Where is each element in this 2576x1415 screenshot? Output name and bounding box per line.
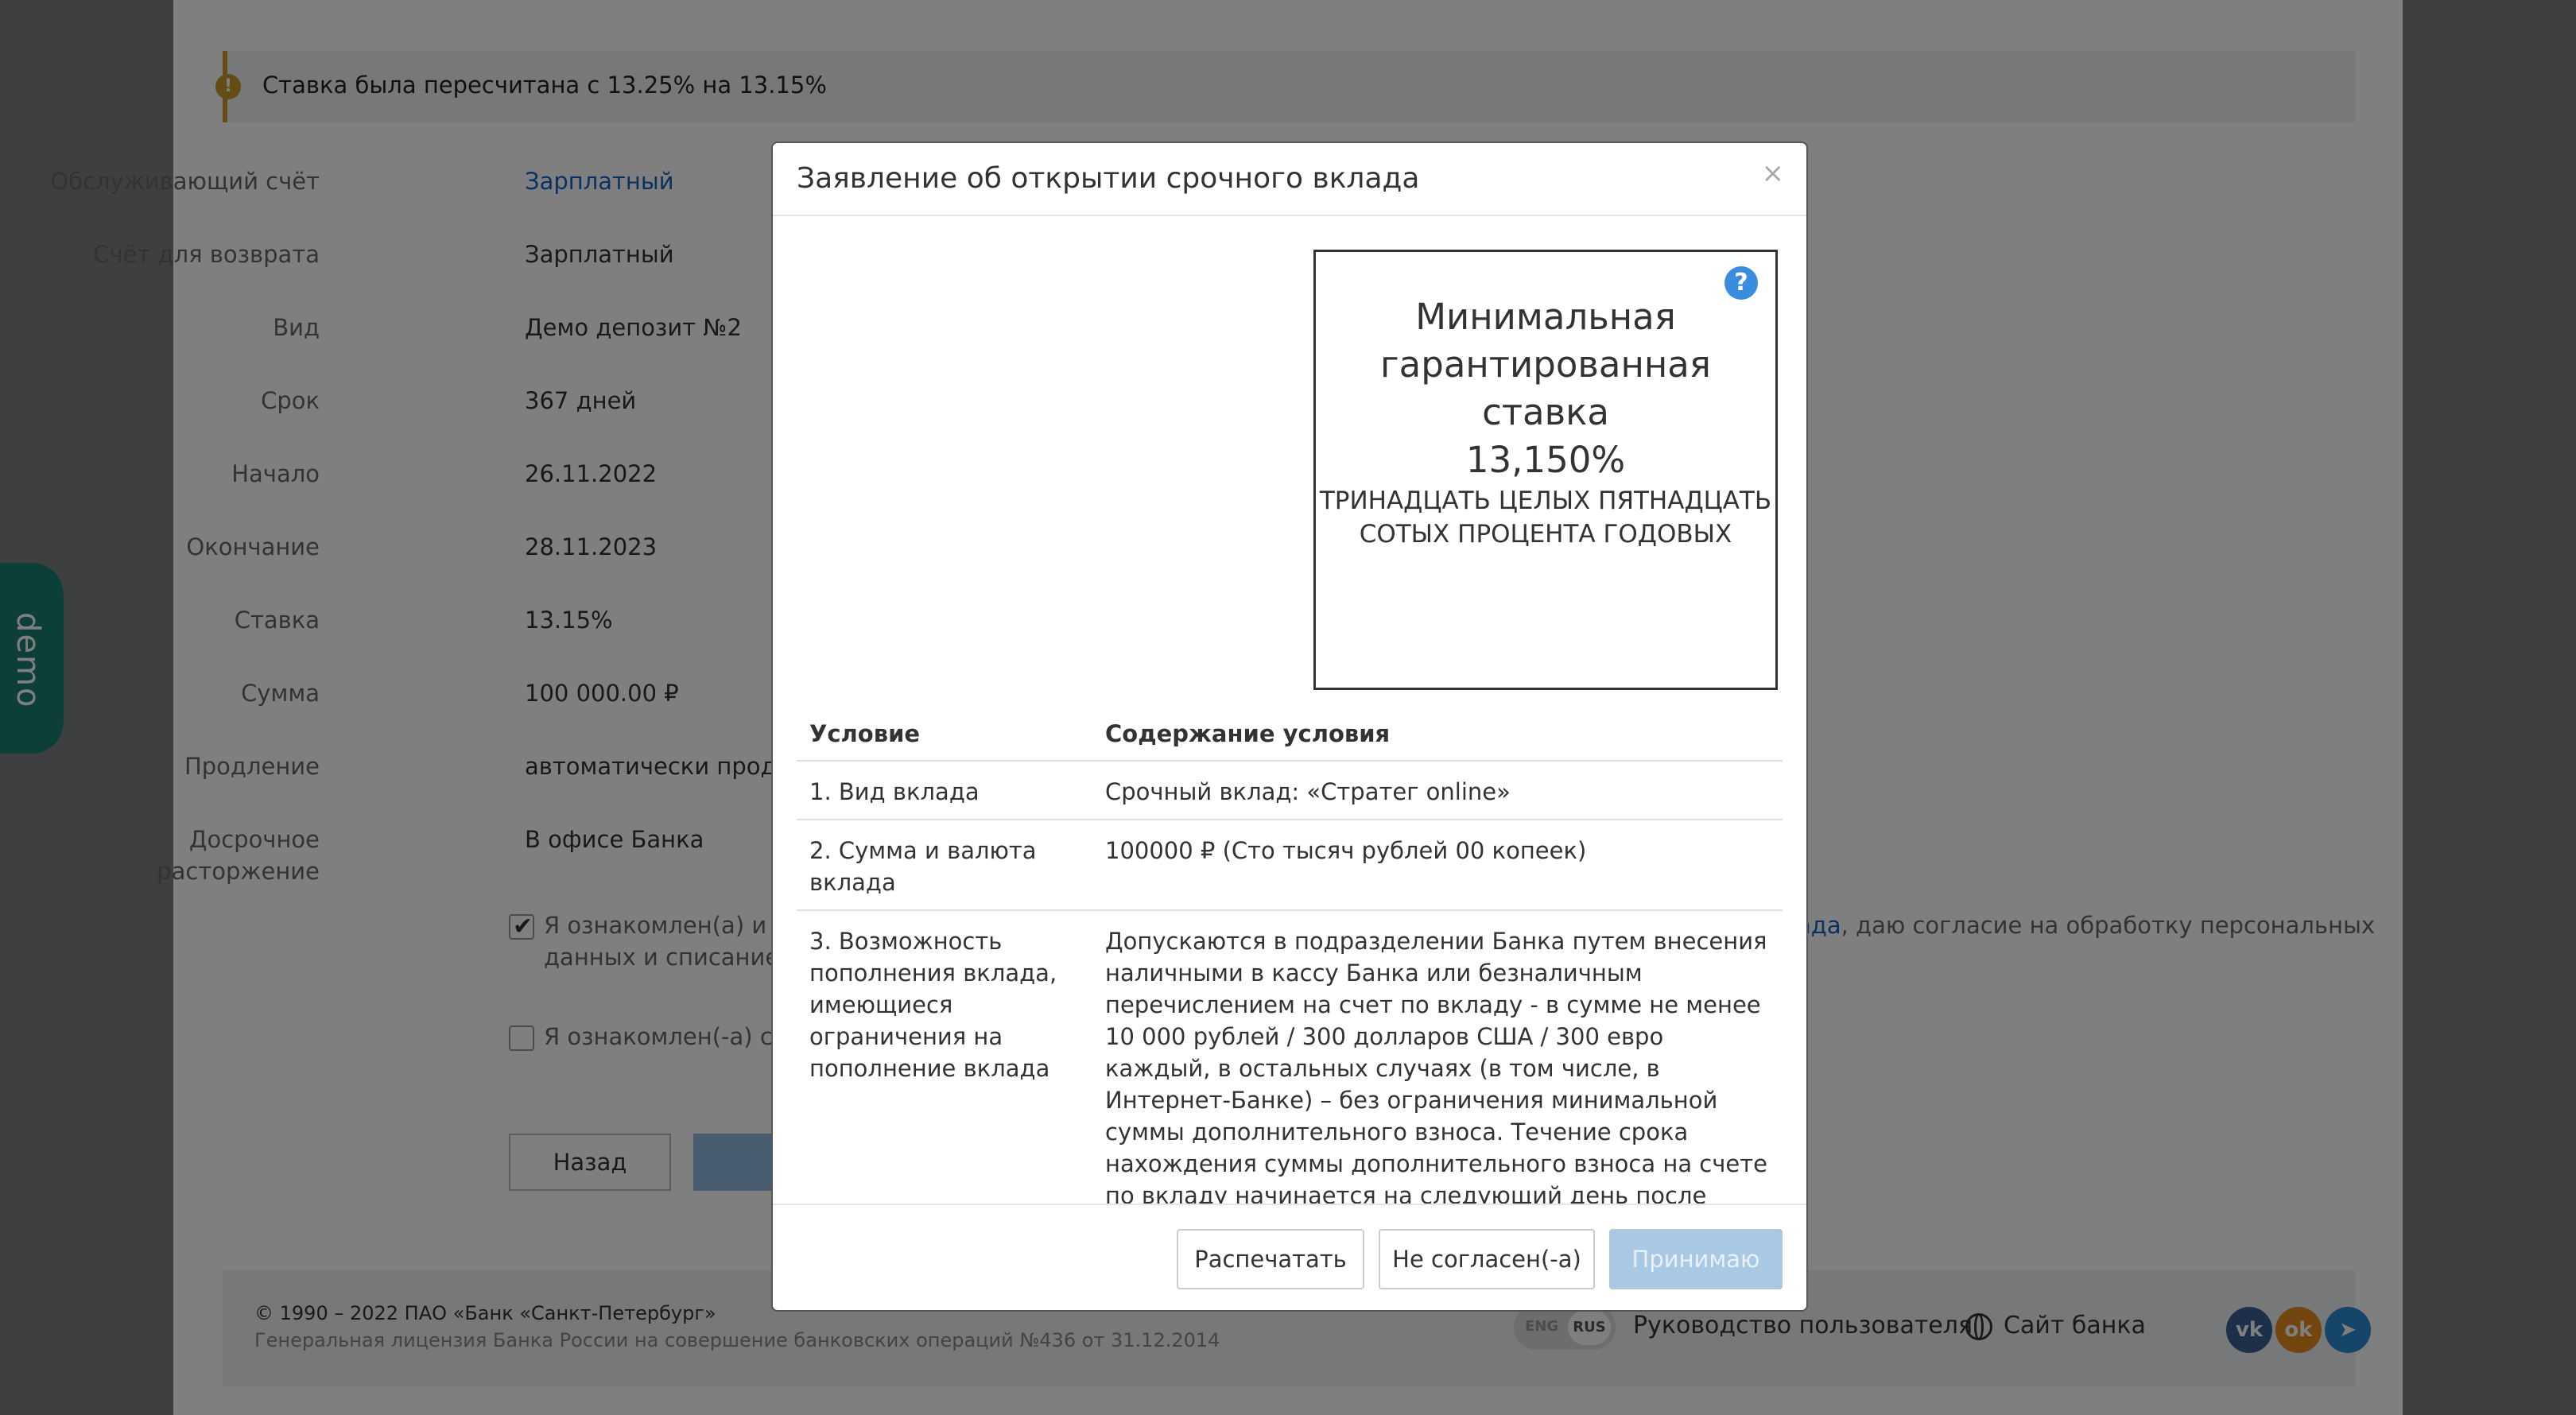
condition-cell: 1. Вид вклада: [809, 778, 980, 805]
statement-modal: Заявление об открытии срочного вклада × …: [771, 142, 1808, 1312]
table-row: 2. Сумма и валюта вклада 100000 ₽ (Сто т…: [797, 820, 1783, 911]
modal-title: Заявление об открытии срочного вклада: [797, 162, 1420, 195]
rate-in-words: ТРИНАДЦАТЬ ЦЕЛЫХ ПЯТНАДЦАТЬ СОТЫХ ПРОЦЕН…: [1319, 487, 1772, 549]
print-button[interactable]: Распечатать: [1177, 1229, 1364, 1289]
rate-title: Минимальная гарантированная ставка: [1380, 296, 1711, 433]
table-row: 1. Вид вклада Срочный вклад: «Стратег on…: [797, 762, 1783, 820]
modal-footer: Распечатать Не согласен(-а) Принимаю: [773, 1204, 1806, 1310]
terms-table: Условие Содержание условия 1. Вид вклада…: [797, 708, 1783, 1204]
close-icon[interactable]: ×: [1762, 157, 1785, 189]
content-cell: Срочный вклад: «Стратег online»: [1105, 778, 1511, 805]
modal-header: Заявление об открытии срочного вклада ×: [773, 143, 1806, 216]
rate-value: 13,150%: [1465, 439, 1626, 481]
condition-cell: 2. Сумма и валюта вклада: [809, 837, 1037, 896]
guaranteed-rate-box: ? Минимальная гарантированная ставка 13,…: [1313, 250, 1778, 690]
table-row: 3. Возможность пополнения вклада, имеющи…: [797, 911, 1783, 1204]
content-cell: Допускаются в подразделении Банка путем …: [1105, 928, 1767, 1204]
condition-cell: 3. Возможность пополнения вклада, имеющи…: [809, 928, 1057, 1082]
terms-header: Условие Содержание условия: [797, 708, 1783, 762]
modal-body[interactable]: ? Минимальная гарантированная ставка 13,…: [773, 218, 1806, 1204]
header-content: Содержание условия: [1105, 720, 1391, 747]
content-cell: 100000 ₽ (Сто тысяч рублей 00 копеек): [1105, 837, 1587, 864]
header-condition: Условие: [809, 720, 921, 747]
decline-button[interactable]: Не согласен(-а): [1379, 1229, 1595, 1289]
accept-button[interactable]: Принимаю: [1609, 1229, 1783, 1289]
